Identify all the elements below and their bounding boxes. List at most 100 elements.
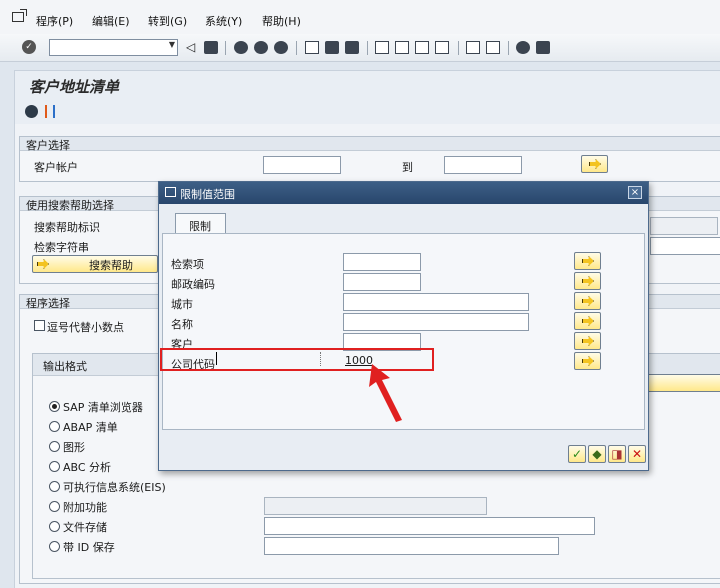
standard-toolbar: ✓ ▼ ◁ [0,34,720,62]
radio-additional-function[interactable] [49,501,60,512]
search-help-button[interactable]: 搜索帮助 [32,255,158,273]
shortcut-icon[interactable] [486,41,500,54]
name-input[interactable] [343,313,529,331]
print-icon[interactable] [305,41,319,54]
next-page-icon[interactable] [415,41,429,54]
new-session-icon[interactable] [466,41,480,54]
radio-sap-list-viewer[interactable] [49,401,60,412]
file-storage-input[interactable] [264,517,595,535]
multiple-selection-button[interactable] [574,252,601,270]
more-values-icon[interactable]: ◆ [588,445,606,463]
save-icon[interactable] [204,41,218,54]
back-arrow-icon[interactable]: ◁ [186,41,200,54]
enter-icon[interactable]: ✓ [22,40,36,54]
exit-icon[interactable] [254,41,268,54]
arrow-right-icon [582,256,594,266]
arrow-right-icon [582,296,594,306]
arrow-right-icon [37,259,49,269]
radio-abc-analysis[interactable] [49,461,60,472]
customer-account-from-input[interactable] [263,156,341,174]
multiple-selection-button[interactable] [574,312,601,330]
dialog-titlebar: 限制值范围 × [159,182,648,204]
confirm-check-icon[interactable]: ✓ [568,445,586,463]
option-label: ABC 分析 [63,461,112,474]
close-icon[interactable]: × [628,186,642,199]
menu-system[interactable]: 系统(Y) [205,13,242,29]
variant-icon[interactable] [45,105,55,118]
restrict-value-range-dialog: 限制值范围 × 限制 检索项 邮政编码 城市 名称 客户 公司代码 1000 ✓… [158,181,649,471]
page-title: 客户地址清单 [29,78,120,96]
text-cursor [216,352,217,365]
field-label: 邮政编码 [171,278,215,291]
system-menu-icon[interactable] [12,9,27,22]
radio-eis[interactable] [49,481,60,492]
multiple-selection-button[interactable] [574,352,601,370]
field-label: 检索项 [171,258,204,271]
dialog-title: 限制值范围 [180,188,235,201]
option-label: 文件存储 [63,521,107,534]
option-label: 图形 [63,441,85,454]
cancel-icon[interactable] [274,41,288,54]
comma-decimal-label: 逗号代替小数点 [47,321,124,334]
copy-selection-icon[interactable]: ◨ [608,445,626,463]
additional-function-input[interactable] [264,497,487,515]
comma-decimal-checkbox[interactable] [34,320,45,331]
arrow-right-icon [582,316,594,326]
menu-edit[interactable]: 编辑(E) [92,13,130,29]
toolbar-separator [296,41,297,55]
layout-menu-icon[interactable] [536,41,550,54]
option-label: 带 ID 保存 [63,541,115,554]
field-divider [320,352,321,366]
previous-page-icon[interactable] [395,41,409,54]
execute-icon[interactable] [25,105,38,118]
arrow-right-icon [589,159,601,169]
radio-graphic[interactable] [49,441,60,452]
option-label: 附加功能 [63,501,107,514]
customer-account-to-input[interactable] [444,156,522,174]
find-next-icon[interactable] [345,41,359,54]
arrow-right-icon [582,276,594,286]
search-string-label: 检索字符串 [34,241,89,254]
help-icon[interactable] [516,41,530,54]
menu-program[interactable]: 程序(P) [36,13,73,29]
option-label: SAP 清单浏览器 [63,401,143,414]
multiple-selection-button[interactable] [574,292,601,310]
field-label: 城市 [171,298,193,311]
radio-save-with-id[interactable] [49,541,60,552]
back-icon[interactable] [234,41,248,54]
radio-abap-list[interactable] [49,421,60,432]
tab-restrictions[interactable]: 限制 [175,213,226,234]
toolbar-separator [225,41,226,55]
search-string-input[interactable] [650,237,720,255]
multiple-selection-button[interactable] [581,155,608,173]
toolbar-separator [508,41,509,55]
menu-goto[interactable]: 转到(G) [148,13,187,29]
city-input[interactable] [343,293,529,311]
search-help-id-input[interactable] [650,217,718,235]
search-term-input[interactable] [343,253,421,271]
additional-function-button[interactable] [647,374,720,392]
menu-bar: 程序(P) 编辑(E) 转到(G) 系统(Y) 帮助(H) [0,0,720,34]
last-page-icon[interactable] [435,41,449,54]
multiple-selection-button[interactable] [574,272,601,290]
cancel-x-icon[interactable]: ✕ [628,445,646,463]
postal-code-input[interactable] [343,273,421,291]
search-help-id-label: 搜索帮助标识 [34,221,100,234]
group-title: 输出格式 [43,360,87,373]
radio-file-storage[interactable] [49,521,60,532]
command-field[interactable]: ▼ [49,39,178,56]
application-toolbar [14,100,720,124]
arrow-right-icon [582,336,594,346]
group-title: 使用搜索帮助选择 [26,199,114,212]
option-label: 可执行信息系统(EIS) [63,481,166,494]
multiple-selection-button[interactable] [574,332,601,350]
first-page-icon[interactable] [375,41,389,54]
customer-account-label: 客户帐户 [34,161,78,174]
save-with-id-input[interactable] [264,537,559,555]
dropdown-icon[interactable]: ▼ [169,40,175,49]
tab-label: 限制 [189,220,211,233]
menu-help[interactable]: 帮助(H) [262,13,301,29]
customer-selection-group: 客户选择 客户帐户 到 [19,136,720,182]
find-icon[interactable] [325,41,339,54]
group-title: 程序选择 [26,297,70,310]
